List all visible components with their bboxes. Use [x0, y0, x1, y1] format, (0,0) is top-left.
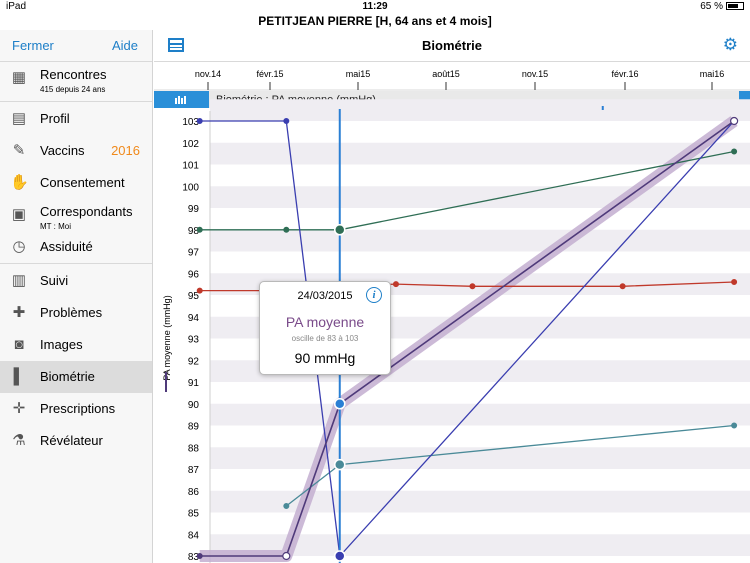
data-point: [283, 118, 290, 124]
data-point-tooltip: 24/03/2015 i PA moyenne oscille de 83 à …: [259, 281, 391, 375]
y-tick-label: 88: [188, 443, 200, 454]
data-point: [282, 551, 291, 561]
tooltip-value: 90 mmHg: [294, 350, 356, 366]
tooltip-range: oscille de 83 à 103: [291, 334, 359, 343]
grid-band: [210, 99, 750, 121]
y-tick-label: 92: [188, 356, 200, 367]
y-tick-label: 91: [188, 378, 200, 389]
x-tick-label: nov.15: [522, 69, 548, 79]
y-tick-label: 90: [188, 400, 200, 411]
y-tick-label: 87: [188, 465, 200, 476]
grid-band: [210, 403, 750, 426]
y-tick-label: 96: [188, 269, 200, 280]
y-tick-label: 84: [188, 530, 200, 541]
y-tick-label: 86: [188, 487, 200, 498]
data-point: [283, 226, 290, 233]
cursor-data-point: [334, 224, 346, 236]
bar-chart-icon: [181, 98, 183, 104]
y-tick-label: 93: [188, 335, 200, 346]
y-tick-label: 103: [182, 117, 199, 128]
data-point: [196, 287, 203, 294]
x-tick-label: mai15: [346, 69, 371, 79]
data-point: [731, 148, 738, 155]
y-axis-label: PA moyenne (mmHg): [162, 295, 172, 380]
cursor-data-point: [334, 398, 346, 410]
data-point: [196, 553, 203, 559]
y-tick-label: 100: [182, 182, 199, 193]
cursor-marker: [601, 106, 604, 110]
info-icon[interactable]: i: [366, 287, 382, 303]
y-tick-label: 89: [188, 422, 200, 433]
grid-band: [210, 229, 750, 252]
tooltip-measure-name: PA moyenne: [285, 314, 365, 330]
x-tick-label: août15: [432, 69, 460, 79]
data-point: [283, 502, 290, 509]
x-tick-label: nov.14: [195, 69, 221, 79]
data-point: [469, 283, 476, 290]
y-tick-label: 97: [188, 248, 200, 259]
y-tick-label: 102: [182, 139, 199, 150]
y-tick-label: 101: [182, 161, 199, 172]
data-point: [196, 226, 203, 233]
data-point: [619, 283, 626, 290]
x-tick-label: févr.16: [611, 69, 638, 79]
x-tick-label: mai16: [700, 69, 725, 79]
y-tick-label: 99: [188, 204, 200, 215]
data-point: [392, 281, 399, 288]
x-tick-label: févr.15: [256, 69, 283, 79]
data-point: [730, 116, 739, 126]
y-tick-label: 85: [188, 509, 200, 520]
bar-chart-icon: [184, 96, 186, 104]
cursor-data-point: [334, 458, 346, 471]
data-point: [196, 118, 203, 124]
cursor-data-point: [334, 550, 346, 562]
y-tick-label: 94: [188, 313, 200, 324]
data-point: [731, 422, 738, 429]
data-point: [731, 278, 738, 285]
bar-chart-icon: [175, 98, 177, 104]
bar-chart-icon: [178, 96, 180, 104]
grid-band: [210, 186, 750, 208]
